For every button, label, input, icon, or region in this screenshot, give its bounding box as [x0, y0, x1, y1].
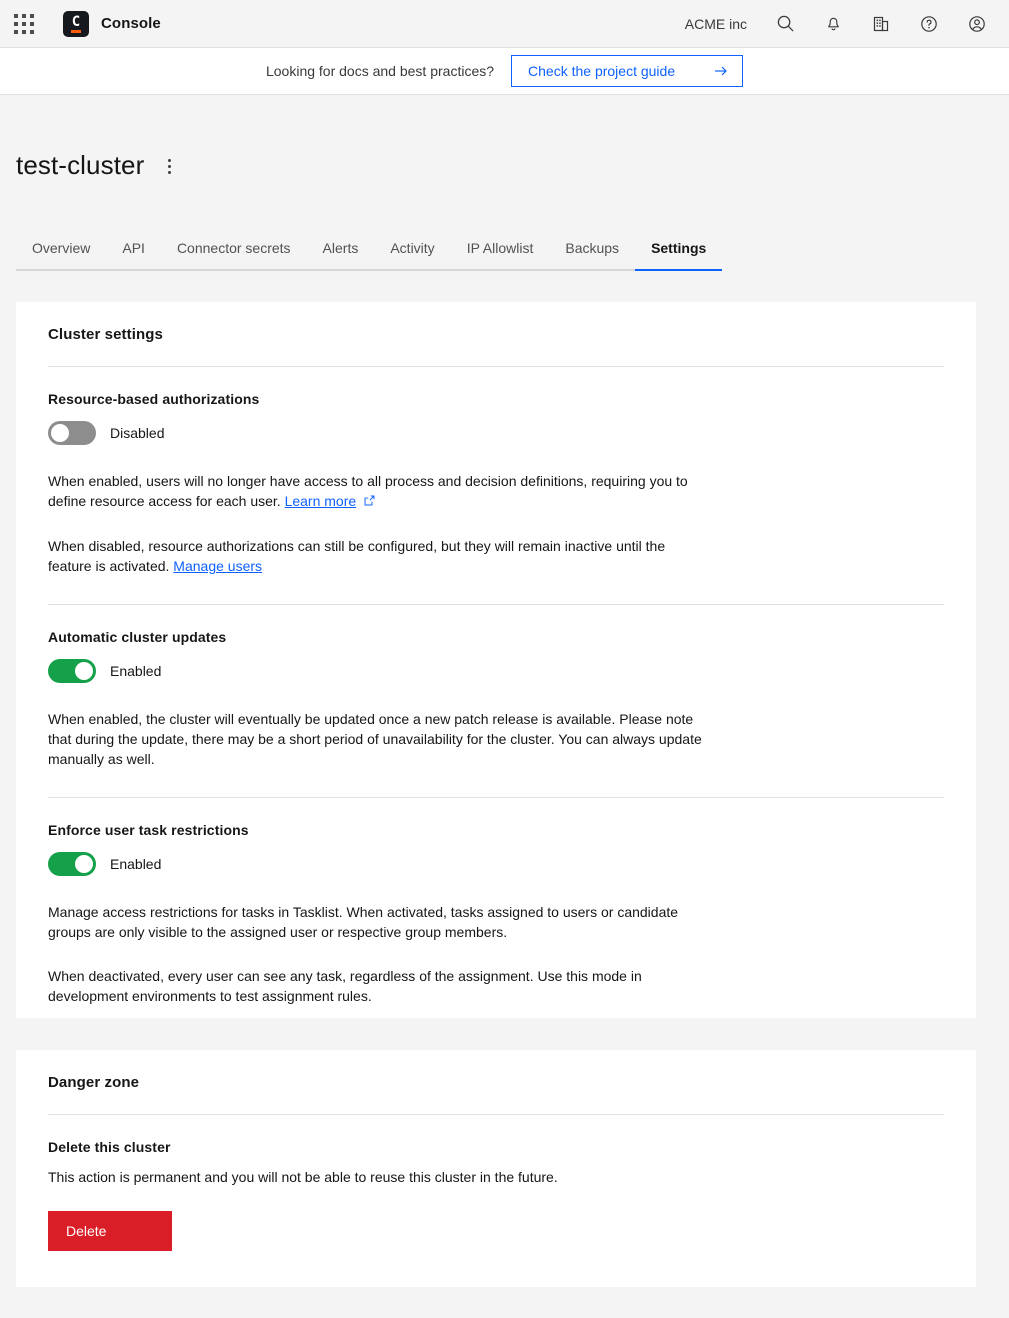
- section-title: Resource-based authorizations: [48, 391, 944, 407]
- manage-users-link[interactable]: Manage users: [173, 558, 262, 574]
- apps-grid-icon: [14, 14, 34, 34]
- tab-activity[interactable]: Activity: [374, 230, 450, 271]
- search-button[interactable]: [761, 0, 809, 48]
- organization-name: ACME inc: [671, 16, 761, 32]
- page-title: test-cluster: [16, 150, 144, 181]
- section-enforce-user-task-restrictions: Enforce user task restrictions Enabled M…: [32, 798, 960, 1006]
- bell-icon: [824, 14, 843, 33]
- resource-auth-toggle-label: Disabled: [110, 425, 164, 441]
- learn-more-link[interactable]: Learn more: [285, 493, 357, 509]
- tab-overview[interactable]: Overview: [16, 230, 106, 271]
- tab-alerts[interactable]: Alerts: [307, 230, 375, 271]
- tab-api[interactable]: API: [106, 230, 161, 271]
- apps-grid-button[interactable]: [0, 0, 48, 48]
- cluster-tabs: Overview API Connector secrets Alerts Ac…: [16, 230, 1009, 271]
- page-content: test-cluster Overview API Connector secr…: [0, 95, 1009, 1287]
- danger-zone-title: Danger zone: [32, 1074, 960, 1091]
- cluster-settings-card: Cluster settings Resource-based authoriz…: [16, 302, 976, 1018]
- page-header: test-cluster: [0, 95, 1009, 199]
- danger-zone-card: Danger zone Delete this cluster This act…: [16, 1050, 976, 1287]
- organization-button[interactable]: [857, 0, 905, 48]
- search-icon: [776, 14, 795, 33]
- toggle-knob: [75, 662, 93, 680]
- delete-cluster-subtitle: Delete this cluster: [48, 1139, 944, 1155]
- project-guide-label: Check the project guide: [528, 63, 675, 79]
- resource-auth-toggle[interactable]: [48, 421, 96, 445]
- external-link-icon: [363, 492, 376, 512]
- auto-updates-paragraph-1: When enabled, the cluster will eventuall…: [48, 709, 708, 769]
- delete-cluster-button[interactable]: Delete: [48, 1211, 172, 1251]
- section-resource-based-authorizations: Resource-based authorizations Disabled W…: [32, 367, 960, 576]
- resource-auth-paragraph-1: When enabled, users will no longer have …: [48, 471, 708, 512]
- project-guide-button[interactable]: Check the project guide: [511, 55, 743, 87]
- console-logo-bar: [71, 30, 81, 33]
- paragraph-text: When disabled, resource authorizations c…: [48, 538, 665, 574]
- account-icon: [967, 14, 987, 34]
- resource-auth-toggle-row: Disabled: [48, 421, 944, 445]
- overflow-menu-icon[interactable]: [156, 153, 182, 179]
- arrow-right-icon: [713, 63, 729, 79]
- section-title: Automatic cluster updates: [48, 629, 944, 645]
- auto-updates-toggle-row: Enabled: [48, 659, 944, 683]
- building-icon: [871, 14, 891, 34]
- console-logo-letter: C: [72, 15, 80, 29]
- notifications-button[interactable]: [809, 0, 857, 48]
- brand-home-link[interactable]: C Console: [63, 11, 161, 37]
- resource-auth-paragraph-2: When disabled, resource authorizations c…: [48, 536, 708, 576]
- section-title: Enforce user task restrictions: [48, 822, 944, 838]
- auto-updates-toggle[interactable]: [48, 659, 96, 683]
- docs-promo-banner: Looking for docs and best practices? Che…: [0, 48, 1009, 95]
- section-automatic-cluster-updates: Automatic cluster updates Enabled When e…: [32, 605, 960, 769]
- toggle-knob: [75, 855, 93, 873]
- task-restrictions-toggle-label: Enabled: [110, 856, 161, 872]
- account-button[interactable]: [953, 0, 1001, 48]
- task-restrictions-paragraph-1: Manage access restrictions for tasks in …: [48, 902, 708, 942]
- docs-promo-text: Looking for docs and best practices?: [266, 63, 494, 79]
- tab-connector-secrets[interactable]: Connector secrets: [161, 230, 307, 271]
- tab-settings[interactable]: Settings: [635, 230, 722, 271]
- task-restrictions-toggle[interactable]: [48, 852, 96, 876]
- task-restrictions-toggle-row: Enabled: [48, 852, 944, 876]
- product-name: Console: [101, 15, 161, 32]
- help-icon: [919, 14, 939, 34]
- tab-ip-allowlist[interactable]: IP Allowlist: [451, 230, 550, 271]
- app-header-right: ACME inc: [671, 0, 1001, 48]
- delete-cluster-description: This action is permanent and you will no…: [48, 1167, 944, 1187]
- console-logo-icon: C: [63, 11, 89, 37]
- app-header-left: C Console: [0, 0, 161, 48]
- cluster-settings-title: Cluster settings: [32, 326, 960, 343]
- toggle-knob: [51, 424, 69, 442]
- task-restrictions-paragraph-2: When deactivated, every user can see any…: [48, 966, 708, 1006]
- app-header: C Console ACME inc: [0, 0, 1009, 48]
- tab-backups[interactable]: Backups: [549, 230, 635, 271]
- delete-cluster-section: Delete this cluster This action is perma…: [32, 1115, 960, 1251]
- help-button[interactable]: [905, 0, 953, 48]
- auto-updates-toggle-label: Enabled: [110, 663, 161, 679]
